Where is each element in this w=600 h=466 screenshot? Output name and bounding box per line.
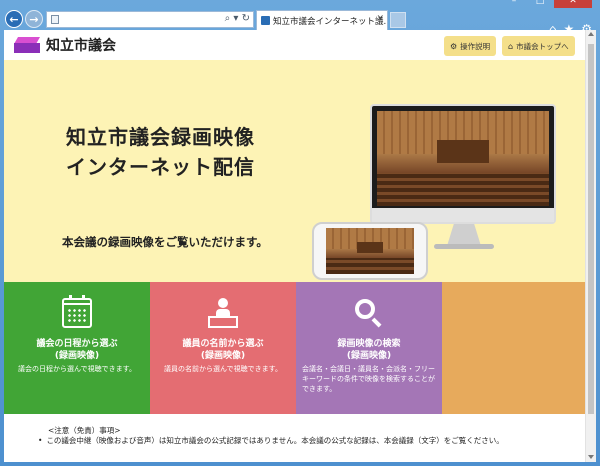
monitor-stand <box>447 224 481 246</box>
page: 知立市議会 ⚙ 操作説明 ⌂ 市議会トップへ 知立市議会録画映像 インターネット… <box>4 30 585 462</box>
tile-description: 会議名・会議日・議員名・会派名・フリーキーワードの条件で映像を検索することができ… <box>302 365 435 393</box>
tile-title-line2: (録画映像) <box>200 351 246 361</box>
browser-toolbar: ← → ⌕ ▾ ↻ 知立市議会インターネット議... ✕ ⌂ ★ ⚙ <box>0 8 600 36</box>
back-button[interactable]: ← <box>5 10 23 28</box>
notice-section: <注意（免責）事項> この議会中継（映像および音声）は知立市議会の公式記録ではあ… <box>4 414 585 462</box>
help-button[interactable]: ⚙ 操作説明 <box>444 36 497 56</box>
tab-close-icon[interactable]: ✕ <box>376 14 384 24</box>
tile-description: 議会の日程から選んで視聴できます。 <box>18 365 136 373</box>
tile-title-line2: (録画映像) <box>346 351 392 361</box>
tile-by-member[interactable]: 議員の名前から選ぶ (録画映像) 議員の名前から選んで視聴できます。 <box>150 282 296 414</box>
hero-subtitle: 本会議の録画映像をご覧いただけます。 <box>62 235 268 249</box>
forward-button[interactable]: → <box>25 10 43 28</box>
monitor-base <box>434 244 494 249</box>
close-window-button[interactable]: ✕ <box>554 0 592 8</box>
site-title[interactable]: 知立市議会 <box>46 35 116 55</box>
hero-title-line1: 知立市議会録画映像 <box>66 125 255 149</box>
arrow-right-icon: → <box>29 12 39 26</box>
tile-title-line1: 録画映像の検索 <box>337 339 401 349</box>
tab-title: 知立市議会インターネット議... <box>273 16 388 27</box>
menu-tiles: 議会の日程から選ぶ (録画映像) 議会の日程から選んで視聴できます。 議員の名前… <box>4 282 585 414</box>
tile-title: 録画映像の検索 (録画映像) <box>296 338 442 362</box>
logo-icon <box>13 37 41 53</box>
council-top-label: 市議会トップへ <box>516 41 569 51</box>
speaker-icon <box>208 298 238 328</box>
tile-title: 議会の日程から選ぶ (録画映像) <box>4 338 150 362</box>
hero-banner: 知立市議会録画映像 インターネット配信 本会議の録画映像をご覧いただけます。 <box>4 60 585 282</box>
scroll-down-icon[interactable] <box>588 455 594 459</box>
new-tab-button[interactable] <box>390 12 406 28</box>
page-icon <box>51 15 59 24</box>
address-bar[interactable]: ⌕ ▾ ↻ <box>46 11 254 28</box>
favicon-icon <box>261 16 270 25</box>
hero-title: 知立市議会録画映像 インターネット配信 <box>66 122 255 182</box>
help-label: 操作説明 <box>460 41 491 51</box>
tile-title-line2: (録画映像) <box>54 351 100 361</box>
monitor-image <box>370 104 556 224</box>
tile-title-line1: 議会の日程から選ぶ <box>36 339 118 349</box>
calendar-icon <box>62 295 92 328</box>
scroll-up-icon[interactable] <box>588 32 594 36</box>
notice-item: この議会中継（映像および音声）は知立市議会の公式記録ではありません。本会議の公式… <box>38 435 503 446</box>
minimize-button[interactable]: – <box>502 0 526 8</box>
hero-title-line2: インターネット配信 <box>66 155 255 179</box>
gear-icon: ⚙ <box>450 41 458 51</box>
vertical-scrollbar[interactable] <box>585 30 596 462</box>
scroll-thumb[interactable] <box>588 44 594 414</box>
search-icon <box>354 298 384 328</box>
maximize-button[interactable]: □ <box>528 0 552 8</box>
tile-empty <box>442 282 585 414</box>
tile-title: 議員の名前から選ぶ (録画映像) <box>150 338 296 362</box>
window-controls: – □ ✕ <box>502 0 592 8</box>
council-top-button[interactable]: ⌂ 市議会トップへ <box>502 36 575 56</box>
building-icon: ⌂ <box>508 41 514 51</box>
site-header: 知立市議会 ⚙ 操作説明 ⌂ 市議会トップへ <box>4 30 585 60</box>
address-tools[interactable]: ⌕ ▾ ↻ <box>225 13 250 24</box>
tile-search[interactable]: 録画映像の検索 (録画映像) 会議名・会議日・議員名・会派名・フリーキーワードの… <box>296 282 442 414</box>
phone-image <box>312 222 428 280</box>
browser-window: – □ ✕ ← → ⌕ ▾ ↻ 知立市議会インターネット議... ✕ ⌂ ★ ⚙ <box>0 0 600 466</box>
tile-description: 議員の名前から選んで視聴できます。 <box>164 365 282 373</box>
tile-title-line1: 議員の名前から選ぶ <box>182 339 264 349</box>
content-viewport: 知立市議会 ⚙ 操作説明 ⌂ 市議会トップへ 知立市議会録画映像 インターネット… <box>4 30 596 462</box>
arrow-left-icon: ← <box>9 12 19 26</box>
tile-by-schedule[interactable]: 議会の日程から選ぶ (録画映像) 議会の日程から選んで視聴できます。 <box>4 282 150 414</box>
browser-tab[interactable]: 知立市議会インターネット議... ✕ <box>256 10 388 30</box>
